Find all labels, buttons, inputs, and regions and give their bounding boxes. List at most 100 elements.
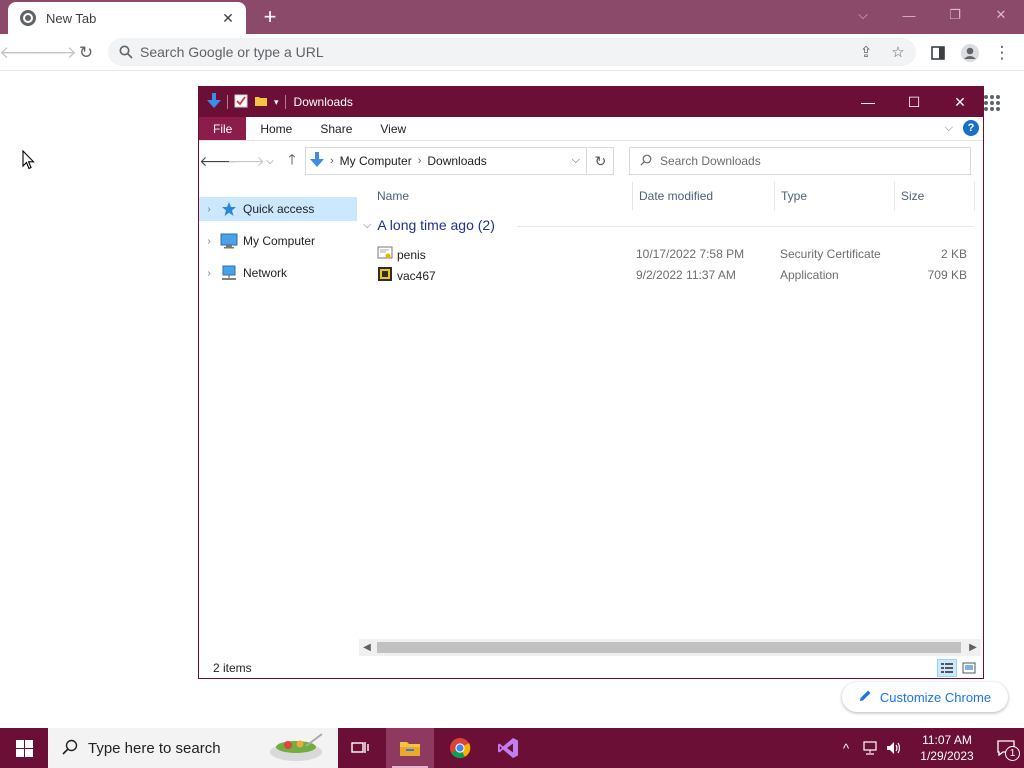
bookmark-star-icon[interactable]: ☆: [886, 43, 910, 61]
tab-title: New Tab: [46, 10, 97, 26]
new-tab-button[interactable]: +: [258, 4, 282, 29]
scrollbar-thumb[interactable]: [377, 642, 961, 653]
tab-view[interactable]: View: [366, 117, 420, 140]
column-headers: Name Date modified Type Size: [359, 182, 979, 210]
scroll-left-icon[interactable]: ◀: [359, 639, 375, 656]
file-size: 709 KB: [927, 268, 967, 282]
refresh-button[interactable]: ↻: [588, 147, 614, 175]
visual-studio-taskbar-icon[interactable]: [484, 728, 532, 768]
volume-icon[interactable]: [882, 741, 906, 755]
large-icons-view-icon[interactable]: [959, 659, 979, 677]
file-explorer-taskbar-icon[interactable]: [386, 728, 434, 768]
search-icon: [62, 739, 78, 758]
taskbar-search-input[interactable]: [88, 739, 258, 757]
navigation-pane: › Quick access › My Computer › Network: [199, 197, 357, 293]
nav-item-my-computer[interactable]: › My Computer: [199, 229, 357, 253]
restore-button[interactable]: ❐: [932, 0, 978, 30]
windows-logo-icon: [15, 739, 33, 757]
item-count: 2 items: [213, 661, 252, 675]
show-hidden-icons-icon[interactable]: ^: [834, 741, 858, 756]
expand-ribbon-icon[interactable]: ⌵: [945, 122, 953, 135]
start-button[interactable]: [0, 728, 48, 768]
explorer-search-box[interactable]: [629, 147, 971, 175]
chrome-tabstrip: New Tab ✕ + ⌵ — ❐ ✕: [0, 0, 1024, 34]
customize-quick-access-icon[interactable]: ▾: [274, 97, 279, 108]
notification-badge: 1: [1005, 746, 1020, 761]
customize-label: Customize Chrome: [879, 689, 992, 705]
tab-search-icon[interactable]: ⌵: [840, 0, 886, 30]
omnibox[interactable]: ⇪ ☆: [108, 38, 916, 66]
minimize-button[interactable]: —: [886, 0, 932, 30]
chrome-favicon-icon: [20, 10, 36, 26]
explorer-maximize-button[interactable]: ☐: [891, 87, 937, 117]
explorer-minimize-button[interactable]: —: [845, 87, 891, 117]
breadcrumb-downloads[interactable]: Downloads: [421, 154, 492, 168]
chrome-tab-new-tab[interactable]: New Tab ✕: [8, 2, 246, 34]
quick-access-toolbar: ▾: [199, 92, 286, 112]
forward-button[interactable]: 🡒: [31, 39, 77, 67]
explorer-back-button[interactable]: 🡐: [199, 150, 237, 172]
scroll-right-icon[interactable]: ▶: [965, 639, 981, 656]
share-icon[interactable]: ⇪: [854, 43, 878, 61]
file-name: vac467: [397, 268, 436, 283]
network-tray-icon[interactable]: [858, 741, 882, 755]
tab-share[interactable]: Share: [306, 117, 366, 140]
address-dropdown-icon[interactable]: ⌵: [572, 154, 580, 167]
explorer-close-button[interactable]: ✕: [937, 87, 983, 117]
column-header-date-modified[interactable]: Date modified: [633, 182, 775, 210]
chrome-menu-icon[interactable]: ⋮: [988, 39, 1016, 67]
reload-button[interactable]: ↻: [72, 39, 100, 67]
file-explorer-window: ▾ Downloads — ☐ ✕ File Home Share View ⌵…: [198, 86, 984, 679]
close-tab-icon[interactable]: ✕: [220, 10, 236, 26]
system-clock[interactable]: 11:07 AM 1/29/2023: [910, 732, 984, 764]
nav-item-network[interactable]: › Network: [199, 261, 357, 285]
expand-arrow-icon[interactable]: ›: [199, 268, 219, 279]
search-highlight-salad-icon[interactable]: [268, 732, 324, 765]
horizontal-scrollbar[interactable]: ◀ ▶: [359, 639, 981, 656]
google-apps-icon[interactable]: [984, 95, 1000, 111]
breadcrumb-my-computer[interactable]: My Computer: [334, 154, 418, 168]
column-header-name[interactable]: Name: [371, 182, 633, 210]
chrome-taskbar-icon[interactable]: [436, 728, 484, 768]
expand-arrow-icon[interactable]: ›: [199, 204, 219, 215]
table-row[interactable]: penis 10/17/2022 7:58 PM Security Certif…: [359, 243, 979, 263]
file-date: 10/17/2022 7:58 PM: [636, 247, 745, 261]
tab-file[interactable]: File: [199, 117, 247, 140]
network-icon: [219, 265, 239, 281]
clock-date: 1/29/2023: [920, 749, 974, 763]
address-bar[interactable]: › My Computer › Downloads ⌵: [305, 147, 587, 175]
side-panel-icon[interactable]: [924, 39, 952, 67]
explorer-window-controls: — ☐ ✕: [845, 87, 983, 117]
notification-center-button[interactable]: 1: [988, 740, 1024, 761]
up-level-button[interactable]: 🡑: [281, 150, 303, 172]
collapse-group-icon[interactable]: ⌵: [363, 219, 371, 232]
chrome-toolbar: 🡐 🡒 ↻ ⇪ ☆ ⋮: [0, 34, 1024, 71]
column-header-type[interactable]: Type: [775, 182, 895, 210]
expand-arrow-icon[interactable]: ›: [199, 236, 219, 247]
task-view-icon[interactable]: [336, 728, 384, 768]
properties-checkmark-icon[interactable]: [234, 94, 248, 111]
explorer-forward-button[interactable]: 🡒: [227, 150, 265, 172]
explorer-search-input[interactable]: [660, 154, 950, 168]
taskbar-search-box[interactable]: [48, 728, 338, 768]
nav-item-quick-access[interactable]: › Quick access: [199, 197, 357, 221]
recent-locations-icon[interactable]: ⌵: [259, 150, 281, 172]
new-folder-icon[interactable]: [254, 94, 268, 111]
group-label: A long time ago (2): [377, 217, 495, 233]
application-icon: [377, 266, 393, 285]
details-view-icon[interactable]: [937, 659, 957, 677]
profile-avatar-icon[interactable]: [956, 39, 984, 67]
tab-home[interactable]: Home: [246, 117, 306, 140]
column-header-size[interactable]: Size: [895, 182, 975, 210]
close-window-button[interactable]: ✕: [978, 0, 1024, 30]
status-bar: 2 items: [199, 657, 983, 679]
table-row[interactable]: vac467 9/2/2022 11:37 AM Application 709…: [359, 264, 979, 284]
omnibox-input[interactable]: [140, 44, 820, 60]
file-type: Application: [780, 268, 839, 282]
certificate-icon: [377, 245, 393, 264]
omnibox-actions: ⇪ ☆: [854, 38, 910, 66]
help-icon[interactable]: ?: [963, 120, 979, 136]
group-header[interactable]: ⌵ A long time ago (2): [363, 217, 495, 233]
nav-label: Network: [243, 266, 288, 280]
customize-chrome-button[interactable]: Customize Chrome: [842, 682, 1008, 712]
